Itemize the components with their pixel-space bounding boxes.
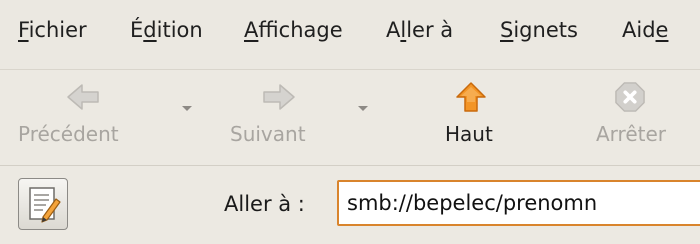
menu-signets[interactable]: Signets	[500, 18, 578, 42]
location-input[interactable]	[337, 180, 700, 226]
location-bar: Aller à :	[0, 166, 700, 244]
menu-bar: Fichier Édition Affichage Aller à Signet…	[0, 0, 700, 70]
menu-label-part: ler à	[406, 18, 454, 42]
back-history-dropdown[interactable]	[182, 106, 192, 111]
forward-button[interactable]: Suivant	[200, 70, 360, 166]
back-label: Précédent	[18, 122, 119, 146]
menu-label-part: ffichage	[258, 18, 343, 42]
arrow-left-icon	[67, 84, 99, 110]
arrow-right-icon	[263, 84, 295, 110]
menu-label-part: ichier	[28, 18, 87, 42]
edit-location-icon	[29, 187, 61, 223]
menu-label-part: Aid	[622, 18, 656, 42]
stop-label: Arrêter	[596, 122, 667, 146]
stop-icon	[615, 82, 645, 112]
edit-location-toggle-button[interactable]	[18, 178, 68, 230]
menu-label-part: ignets	[513, 18, 578, 42]
toolbar: Précédent Suivant Haut Arrêter	[0, 70, 700, 166]
stop-button[interactable]: Arrêter	[580, 70, 700, 166]
back-button[interactable]: Précédent	[0, 70, 180, 166]
up-label: Haut	[445, 122, 493, 146]
forward-label: Suivant	[230, 122, 306, 146]
up-button[interactable]: Haut	[420, 70, 540, 166]
menu-mnemonic: A	[244, 18, 259, 42]
location-label: Aller à :	[224, 192, 305, 216]
menu-fichier[interactable]: Fichier	[18, 18, 87, 42]
menu-mnemonic: S	[500, 18, 514, 42]
menu-mnemonic: F	[18, 18, 29, 42]
menu-mnemonic: e	[655, 18, 669, 42]
menu-label-part: É	[130, 18, 144, 42]
forward-history-dropdown[interactable]	[358, 106, 368, 111]
menu-edition[interactable]: Édition	[130, 18, 203, 42]
arrow-up-icon	[456, 82, 486, 112]
menu-label-part: ition	[156, 18, 203, 42]
menu-affichage[interactable]: Affichage	[244, 18, 343, 42]
menu-mnemonic: d	[143, 18, 157, 42]
menu-aller-a[interactable]: Aller à	[386, 18, 453, 42]
menu-aide[interactable]: Aide	[622, 18, 668, 42]
menu-label-part: A	[386, 18, 401, 42]
